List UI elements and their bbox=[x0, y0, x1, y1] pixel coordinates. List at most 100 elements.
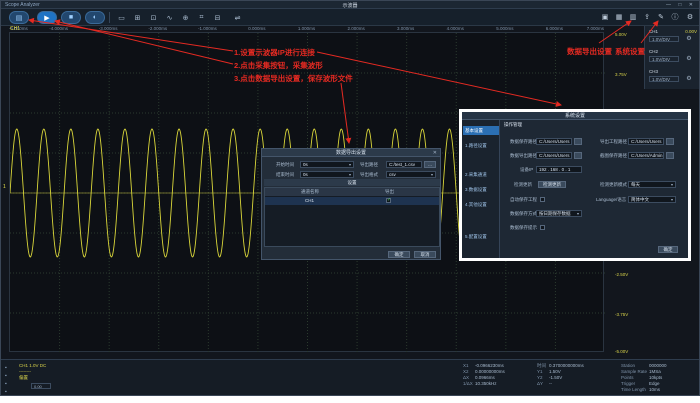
zoom-button[interactable]: ⊡ bbox=[147, 11, 160, 24]
update-mode-label: 检测更新模式 bbox=[600, 182, 627, 187]
channel-row[interactable]: CH2 1.0V/DIV ⚙ bbox=[647, 49, 699, 67]
start-time-select[interactable]: 0s ▾ bbox=[300, 161, 354, 168]
channel-marker[interactable]: 1 bbox=[3, 184, 6, 190]
grid-icon[interactable]: ▪ bbox=[5, 380, 13, 388]
math-button[interactable]: ⊕ bbox=[179, 11, 192, 24]
gear-icon[interactable]: ⚙ bbox=[683, 35, 695, 43]
browse-button[interactable]: ... bbox=[424, 161, 436, 168]
save-prompt-checkbox[interactable] bbox=[540, 225, 545, 230]
screenshot-path-input[interactable]: C:/Users/Admin bbox=[628, 152, 664, 159]
ok-button[interactable]: 确定 bbox=[658, 246, 678, 253]
language-label: Language/语言 bbox=[596, 197, 627, 202]
time-tick-label: 1.000ms bbox=[297, 26, 316, 31]
tab-operation-management[interactable]: 操作管理 bbox=[501, 121, 525, 129]
save-mode-select[interactable]: 按日期保存数据 ▾ bbox=[536, 210, 582, 217]
cancel-button[interactable]: 取消 bbox=[414, 251, 436, 258]
open-file-button[interactable]: ▣ bbox=[599, 11, 611, 23]
y-tick-label: -5.00V bbox=[615, 349, 629, 354]
close-icon[interactable]: ✕ bbox=[689, 2, 696, 8]
nav-config-settings[interactable]: 5.配置设置 bbox=[463, 232, 499, 241]
gear-icon[interactable]: ⚙ bbox=[683, 55, 695, 63]
project-path-input[interactable]: C:/Users/Users bbox=[628, 138, 664, 145]
table-row[interactable]: CH1 bbox=[265, 197, 439, 205]
browse-button[interactable] bbox=[666, 152, 674, 159]
nav-path-settings[interactable]: 1.路径设置 bbox=[463, 141, 499, 150]
system-settings-dialog: 系统设置 基本设置 1.路径设置 2.采集通道 3.数据设置 4.其他设置 5.… bbox=[459, 109, 691, 261]
channel-offset-field[interactable]: 0.00 bbox=[31, 383, 51, 389]
nav-other-settings[interactable]: 4.其他设置 bbox=[463, 200, 499, 209]
export-format-select[interactable]: csv ▾ bbox=[386, 171, 436, 178]
end-time-label: 结束时间 bbox=[276, 172, 294, 177]
browse-button[interactable] bbox=[574, 138, 582, 145]
single-button[interactable]: ◐ bbox=[85, 11, 105, 24]
settings-button[interactable]: ⚙ bbox=[684, 11, 696, 23]
channel-row-label: CH1 bbox=[649, 29, 659, 34]
export-tool-button[interactable]: ⇌ bbox=[231, 11, 244, 24]
acquire-button[interactable]: ▶ bbox=[37, 11, 57, 24]
channel-row-scale[interactable]: 1.0V/DIV bbox=[649, 76, 679, 82]
scroll-icon[interactable]: ▪ bbox=[5, 388, 13, 395]
nav-acquire-channel[interactable]: 2.采集通道 bbox=[463, 170, 499, 179]
window-controls[interactable]: — □ ✕ bbox=[666, 2, 696, 8]
upload-button[interactable]: ⇪ bbox=[641, 11, 653, 23]
save-prompt-label: 数据保存提示 bbox=[510, 225, 537, 230]
check-update-button[interactable]: 检测更新 bbox=[538, 181, 566, 188]
oscilloscope-app: Scope Analyzer 示波器 — □ ✕ ▤ ▶ ■ ◐ ▭ ⊞ ⊡ ∿… bbox=[0, 0, 700, 396]
marker-button[interactable]: ⊟ bbox=[211, 11, 224, 24]
data-export-dialog: 数据导出设置 ✕ 开始时间 0s ▾ 导出路径 C:/test_1.csv ...… bbox=[261, 148, 441, 260]
link-icon[interactable]: ▪ bbox=[5, 372, 13, 380]
system-settings-button[interactable]: ✎ bbox=[655, 11, 667, 23]
screenshot-path-label: 截图保存路径 bbox=[600, 153, 627, 158]
maximize-icon[interactable]: □ bbox=[678, 2, 684, 8]
data-export-path-input[interactable]: C:/Users/Users bbox=[536, 152, 572, 159]
browse-button[interactable] bbox=[666, 138, 674, 145]
time-tick-label: 6.000ms bbox=[545, 26, 564, 31]
ok-button[interactable]: 确定 bbox=[388, 251, 410, 258]
browse-button[interactable] bbox=[574, 152, 582, 159]
annotation-step3: 3.点击数据导出设置，保存波形文件 bbox=[234, 74, 353, 83]
y-tick-label: 5.00V bbox=[615, 32, 627, 37]
close-icon[interactable]: ✕ bbox=[433, 149, 437, 157]
gear-icon[interactable]: ⚙ bbox=[683, 75, 695, 83]
data-export-button[interactable]: ▥ bbox=[627, 11, 639, 23]
cursor-button[interactable]: ⊞ bbox=[131, 11, 144, 24]
marker-icon: ⊟ bbox=[214, 14, 221, 22]
channel-row[interactable]: CH1 0.00V 1.0V/DIV ⚙ bbox=[647, 29, 699, 47]
language-select[interactable]: 简体中文 ▾ bbox=[628, 196, 676, 203]
export-path-label: 导出路径 bbox=[360, 162, 378, 167]
end-time-select[interactable]: 0s ▾ bbox=[300, 171, 354, 178]
column-header: 通道名称 bbox=[301, 189, 319, 194]
export-checkbox[interactable] bbox=[386, 197, 391, 203]
channel-row[interactable]: CH3 1.0V/DIV ⚙ bbox=[647, 69, 699, 87]
export-icon: ⇌ bbox=[234, 14, 241, 22]
channel-row-scale[interactable]: 1.0V/DIV bbox=[649, 36, 679, 42]
chevron-down-icon: ▾ bbox=[670, 182, 673, 187]
minimize-icon[interactable]: — bbox=[666, 2, 674, 8]
title-bar: Scope Analyzer 示波器 — □ ✕ bbox=[1, 1, 699, 9]
record-icon: ▤ bbox=[15, 14, 23, 22]
table-header: 通道名称 导出 bbox=[265, 188, 439, 196]
measure-icon: ▭ bbox=[118, 14, 125, 22]
fft-button[interactable]: ∿ bbox=[163, 11, 176, 24]
device-ip-input[interactable]: 192 . 168 . 0 . 1 bbox=[536, 166, 582, 173]
data-save-path-input[interactable]: C:/Users/Users bbox=[536, 138, 572, 145]
channel-panel: CH1 0.00V 1.0V/DIV ⚙ CH2 1.0V/DIV ⚙ CH3 … bbox=[644, 26, 699, 89]
export-path-input[interactable]: C:/test_1.csv bbox=[386, 161, 422, 168]
channel-status[interactable]: CH1 1.0V DC -------- 偏置 0.00 bbox=[19, 363, 59, 393]
autosave-checkbox[interactable] bbox=[540, 197, 545, 202]
lock-icon[interactable]: ▪ bbox=[5, 364, 13, 372]
y-tick-label: 3.75V bbox=[615, 72, 627, 77]
connect-button[interactable]: ▤ bbox=[9, 11, 29, 24]
info-button[interactable]: ⓘ bbox=[669, 11, 681, 23]
nav-data-settings[interactable]: 3.数据设置 bbox=[463, 185, 499, 194]
stop-button[interactable]: ■ bbox=[61, 11, 81, 24]
channel-row-badge: 0.00V bbox=[685, 29, 697, 34]
tab-basic-settings[interactable]: 基本设置 bbox=[463, 126, 499, 135]
measure-button[interactable]: ▭ bbox=[115, 11, 128, 24]
channel-offset-label: 偏置 bbox=[19, 375, 28, 380]
ref-button[interactable]: ⌗ bbox=[195, 11, 208, 24]
channel-row-scale[interactable]: 1.0V/DIV bbox=[649, 56, 679, 62]
update-mode-select[interactable]: 每天 ▾ bbox=[628, 181, 676, 188]
save-button[interactable]: ▦ bbox=[613, 11, 625, 23]
print-icon: ▥ bbox=[629, 14, 637, 21]
